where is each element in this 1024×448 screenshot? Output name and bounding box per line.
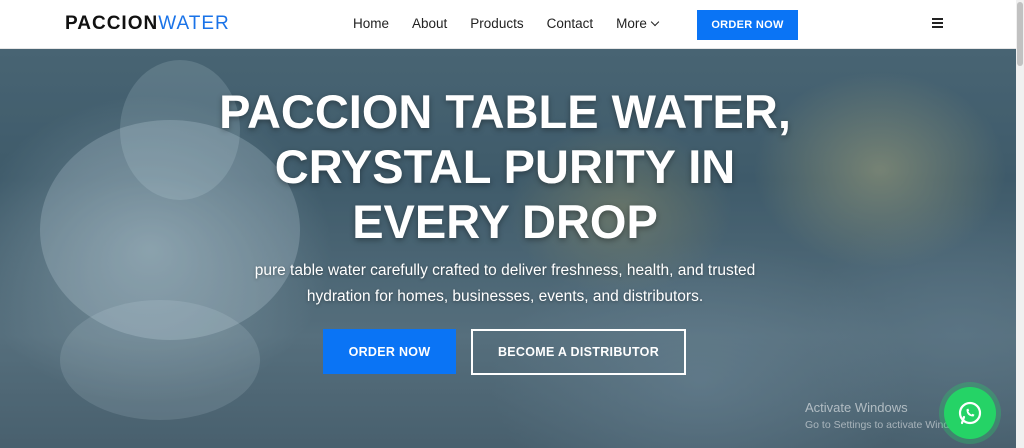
nav-links: Home About Products Contact More [353, 16, 681, 31]
nav-link-about[interactable]: About [412, 16, 447, 31]
headline-line: PACCION TABLE WATER, [219, 85, 791, 138]
order-now-button-nav[interactable]: ORDER NOW [697, 10, 798, 40]
whatsapp-icon[interactable] [944, 387, 996, 439]
nav-link-contact[interactable]: Contact [547, 16, 594, 31]
hero-headline: PACCION TABLE WATER, CRYSTAL PURITY IN E… [160, 84, 850, 249]
hamburger-icon[interactable] [932, 18, 943, 29]
nav-link-home[interactable]: Home [353, 16, 389, 31]
activate-windows-title: Activate Windows [805, 400, 908, 415]
subtext-line: hydration for homes, businesses, events,… [306, 288, 704, 305]
headline-line: CRYSTAL PURITY IN [274, 140, 736, 193]
whatsapp-glyph [958, 401, 982, 425]
scrollbar-thumb[interactable] [1017, 2, 1023, 66]
water-splash [60, 300, 260, 420]
top-navbar: PACCIONWATER Home About Products Contact… [0, 0, 1016, 49]
brand-primary: PACCION [65, 13, 159, 34]
brand-logo[interactable]: PACCIONWATER [65, 13, 230, 35]
nav-link-more-label: More [616, 16, 647, 31]
nav-link-more[interactable]: More [616, 16, 660, 31]
nav-link-products[interactable]: Products [470, 16, 523, 31]
chevron-down-icon [650, 17, 660, 27]
order-now-button[interactable]: ORDER NOW [323, 329, 456, 374]
subtext-line: pure table water carefully crafted to de… [254, 262, 756, 279]
become-distributor-button[interactable]: BECOME A DISTRIBUTOR [471, 329, 686, 375]
headline-line: EVERY DROP [352, 195, 658, 248]
hero-subtext: pure table water carefully crafted to de… [200, 258, 810, 310]
page-scrollbar[interactable] [1016, 0, 1024, 448]
brand-secondary: WATER [158, 13, 230, 34]
